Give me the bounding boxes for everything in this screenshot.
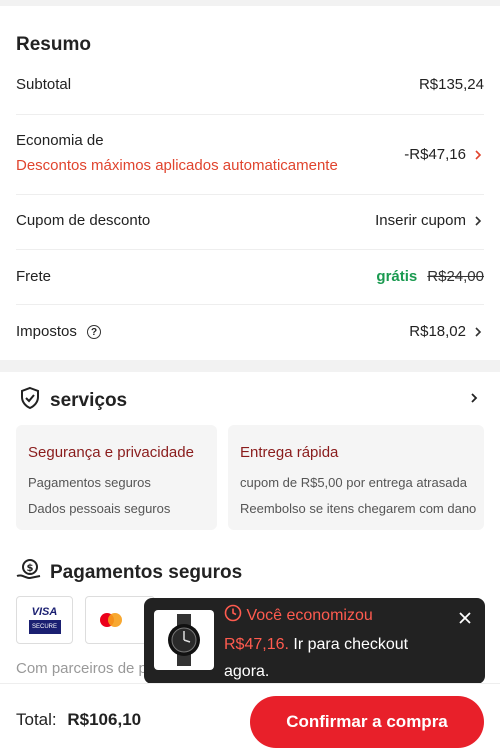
economy-label: Economia de xyxy=(16,132,104,149)
service-card-line: Dados pessoais seguros xyxy=(28,501,171,516)
order-summary: Resumo Subtotal R$135,24 Economia de Des… xyxy=(0,6,500,360)
toast-message: Você economizou R$47,16. Ir para checkou… xyxy=(224,602,444,685)
chevron-right-icon[interactable] xyxy=(468,392,480,404)
taxes-value[interactable]: R$18,02 xyxy=(409,323,484,340)
shipping-old-price: R$24,00 xyxy=(427,268,484,285)
visa-text: VISA xyxy=(31,606,58,618)
shipping-free: grátis xyxy=(376,268,418,285)
service-card-security[interactable]: Segurança e privacidade Pagamentos segur… xyxy=(16,425,217,530)
toast-title: Você economizou xyxy=(246,607,373,624)
shipping-label: Frete xyxy=(16,268,52,285)
economy-value[interactable]: -R$47,16 xyxy=(404,146,484,163)
service-card-line: cupom de R$5,00 por entrega atrasada xyxy=(240,475,467,490)
subtotal-label: Subtotal xyxy=(16,76,72,93)
service-card-delivery[interactable]: Entrega rápida cupom de R$5,00 por entre… xyxy=(228,425,484,530)
secure-payment-icon: $ xyxy=(16,558,42,588)
service-card-title: Entrega rápida xyxy=(240,444,339,461)
subtotal-row: Subtotal R$135,24 xyxy=(16,76,484,93)
savings-toast[interactable]: Você economizou R$47,16. Ir para checkou… xyxy=(144,598,485,692)
checkout-bar: Total: R$106,10 Confirmar a compra xyxy=(0,683,500,755)
visa-badge: VISA SECURE xyxy=(22,604,68,636)
confirm-purchase-button[interactable]: Confirmar a compra xyxy=(250,696,484,748)
visa-logo: VISA SECURE xyxy=(16,596,73,644)
service-card-line: Pagamentos seguros xyxy=(28,475,151,490)
taxes-label: Impostos xyxy=(16,323,77,340)
economy-amount: -R$47,16 xyxy=(404,146,466,163)
taxes-label-wrap: Impostos ? xyxy=(16,323,102,340)
watch-icon xyxy=(168,614,200,666)
payments-title: Pagamentos seguros xyxy=(50,562,243,583)
economy-row[interactable]: Economia de Descontos máximos aplicados … xyxy=(16,132,484,174)
taxes-amount: R$18,02 xyxy=(409,323,466,340)
visa-secure-text: SECURE xyxy=(28,620,61,634)
service-card-title: Segurança e privacidade xyxy=(28,444,194,461)
taxes-row[interactable]: Impostos ? R$18,02 xyxy=(16,323,484,340)
subtotal-value: R$135,24 xyxy=(418,76,484,93)
toast-amount: R$47,16. xyxy=(224,636,289,653)
divider xyxy=(16,114,484,115)
total-summary: Total: R$106,10 xyxy=(16,710,141,730)
total-label: Total: xyxy=(16,710,57,729)
divider xyxy=(16,194,484,195)
svg-text:$: $ xyxy=(27,563,34,574)
services-title: serviços xyxy=(50,390,128,411)
chevron-right-icon xyxy=(472,149,484,161)
summary-title: Resumo xyxy=(16,34,91,55)
shipping-value: grátis R$24,00 xyxy=(376,268,484,285)
product-thumbnail xyxy=(154,610,214,670)
coupon-label: Cupom de desconto xyxy=(16,212,151,229)
service-card-line: Reembolso se itens chegarem com dano xyxy=(240,501,477,516)
total-value: R$106,10 xyxy=(67,710,142,729)
chevron-right-icon xyxy=(472,215,484,227)
close-icon[interactable] xyxy=(457,610,473,626)
divider xyxy=(16,249,484,250)
services-header[interactable]: serviços xyxy=(18,386,127,416)
coupon-row[interactable]: Cupom de desconto Inserir cupom xyxy=(16,212,484,229)
chevron-right-icon xyxy=(472,326,484,338)
payments-header: $ Pagamentos seguros xyxy=(16,558,242,588)
mastercard-icon xyxy=(100,613,122,627)
shield-check-icon xyxy=(18,386,42,416)
clock-icon xyxy=(224,604,242,631)
question-icon[interactable]: ? xyxy=(87,325,102,340)
coupon-action[interactable]: Inserir cupom xyxy=(375,212,484,229)
coupon-action-label: Inserir cupom xyxy=(375,212,466,229)
divider xyxy=(16,304,484,305)
economy-link[interactable]: Descontos máximos aplicados automaticame… xyxy=(16,157,338,174)
shipping-row: Frete grátis R$24,00 xyxy=(16,268,484,285)
